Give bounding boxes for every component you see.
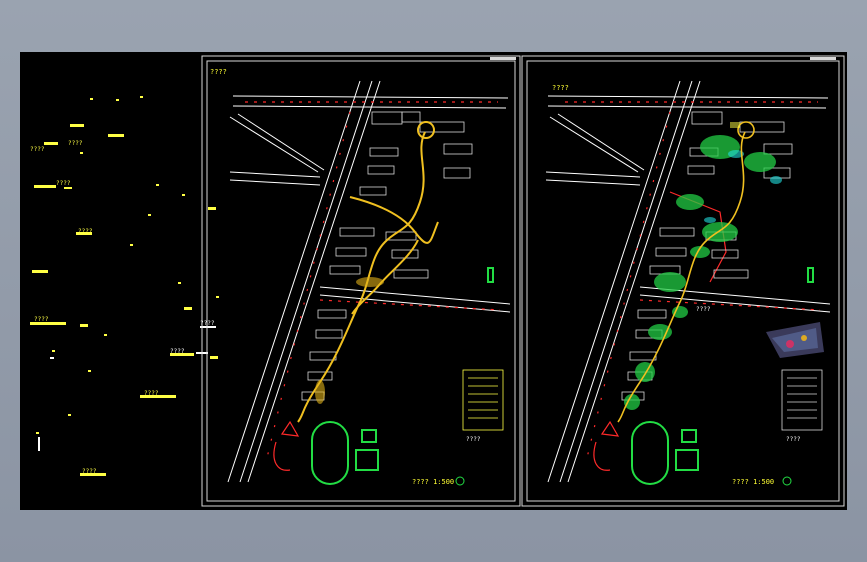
sheet1-legend (462, 369, 504, 431)
sheet2-legend-title: ???? (786, 436, 801, 443)
sheet2-title: ???? 1:500 (732, 478, 775, 486)
sheet1-landscape-path-fill (315, 277, 384, 404)
left-label-4: ???? (34, 316, 49, 323)
cad-model-space[interactable]: ???? ???? ???? ???? ???? ???? ???? ???? … (20, 52, 847, 510)
left-label-3: ???? (78, 228, 93, 235)
sheet1-title-block (490, 57, 516, 60)
left-panel-white-marks (38, 326, 216, 451)
sheet2-misc (593, 420, 620, 471)
left-label-1: ???? (68, 140, 83, 147)
left-label-6: ???? (144, 390, 159, 397)
sheet1-title: ???? 1:500 (412, 478, 455, 486)
left-label-7: ???? (170, 348, 185, 355)
sheet2-legend (781, 369, 823, 431)
sheet1-buildings (301, 111, 473, 401)
cad-drawing-layer (30, 55, 845, 507)
left-label-8: ???? (82, 468, 97, 475)
sheet2-callout-label: ???? (696, 306, 711, 313)
left-panel-markers (30, 96, 219, 476)
sheet1-legend-title: ???? (466, 436, 481, 443)
sheet2-vegetation (624, 135, 776, 410)
sheet1-north-arrow (455, 476, 465, 486)
sheet2-north-arrow (782, 476, 792, 486)
sheet2-title-block (810, 57, 836, 60)
sheet2-plaza-fill (730, 122, 740, 128)
left-label-5: ???? (200, 320, 215, 327)
sheet1-corner-label: ???? (210, 68, 227, 76)
sheet1-misc (273, 420, 300, 471)
left-label-9: ???? (30, 146, 45, 153)
left-label-2: ???? (56, 180, 71, 187)
sheet2-corner-label: ???? (552, 84, 569, 92)
sheet2-render-thumbnail (766, 322, 824, 358)
